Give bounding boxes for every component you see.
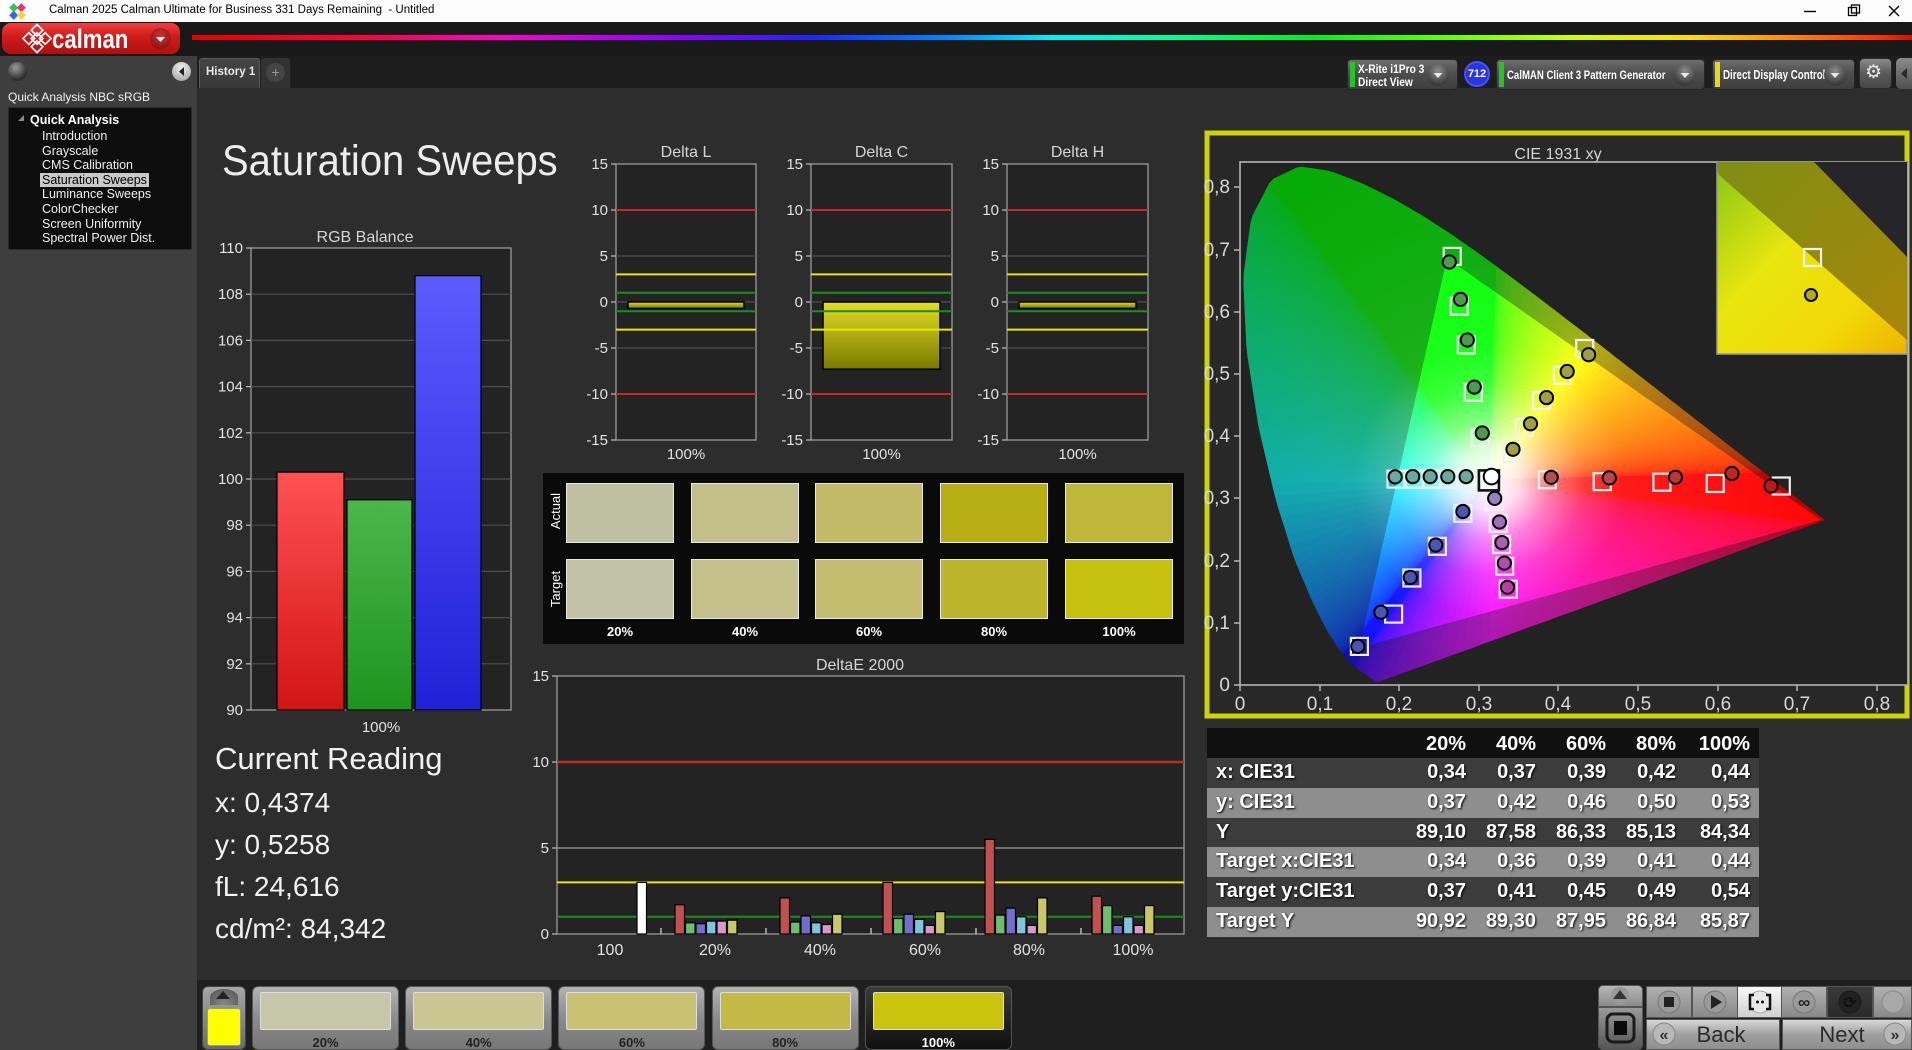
svg-text:0,5: 0,5 — [1204, 364, 1230, 385]
svg-text:0,7: 0,7 — [1784, 694, 1810, 715]
svg-text:0,2: 0,2 — [1386, 694, 1412, 715]
svg-text:0: 0 — [1219, 675, 1230, 696]
svg-text:⟳: ⟳ — [1843, 995, 1857, 1012]
svg-text:0: 0 — [1235, 694, 1246, 715]
svg-text:«: « — [1660, 1027, 1669, 1044]
svg-text:0,4: 0,4 — [1204, 426, 1231, 447]
svg-text:0,1: 0,1 — [1307, 694, 1333, 715]
svg-text:0,1: 0,1 — [1204, 613, 1230, 634]
svg-text:CIE 1931 xy: CIE 1931 xy — [1514, 146, 1601, 163]
svg-text:Next: Next — [1819, 1022, 1864, 1047]
svg-text:0,3: 0,3 — [1466, 694, 1492, 715]
svg-text:0,5: 0,5 — [1625, 694, 1651, 715]
svg-text:0,6: 0,6 — [1204, 302, 1230, 323]
svg-text:0,8: 0,8 — [1864, 694, 1890, 715]
svg-text:0,4: 0,4 — [1545, 694, 1572, 715]
svg-text:0,6: 0,6 — [1705, 694, 1731, 715]
svg-text:»: » — [1891, 1027, 1900, 1044]
svg-text:Back: Back — [1697, 1022, 1747, 1047]
svg-text:0,2: 0,2 — [1204, 551, 1230, 572]
svg-text:∞: ∞ — [1798, 993, 1810, 1012]
svg-text:0,7: 0,7 — [1204, 240, 1230, 261]
svg-text:0,3: 0,3 — [1204, 488, 1230, 509]
svg-text:0,8: 0,8 — [1204, 177, 1230, 198]
